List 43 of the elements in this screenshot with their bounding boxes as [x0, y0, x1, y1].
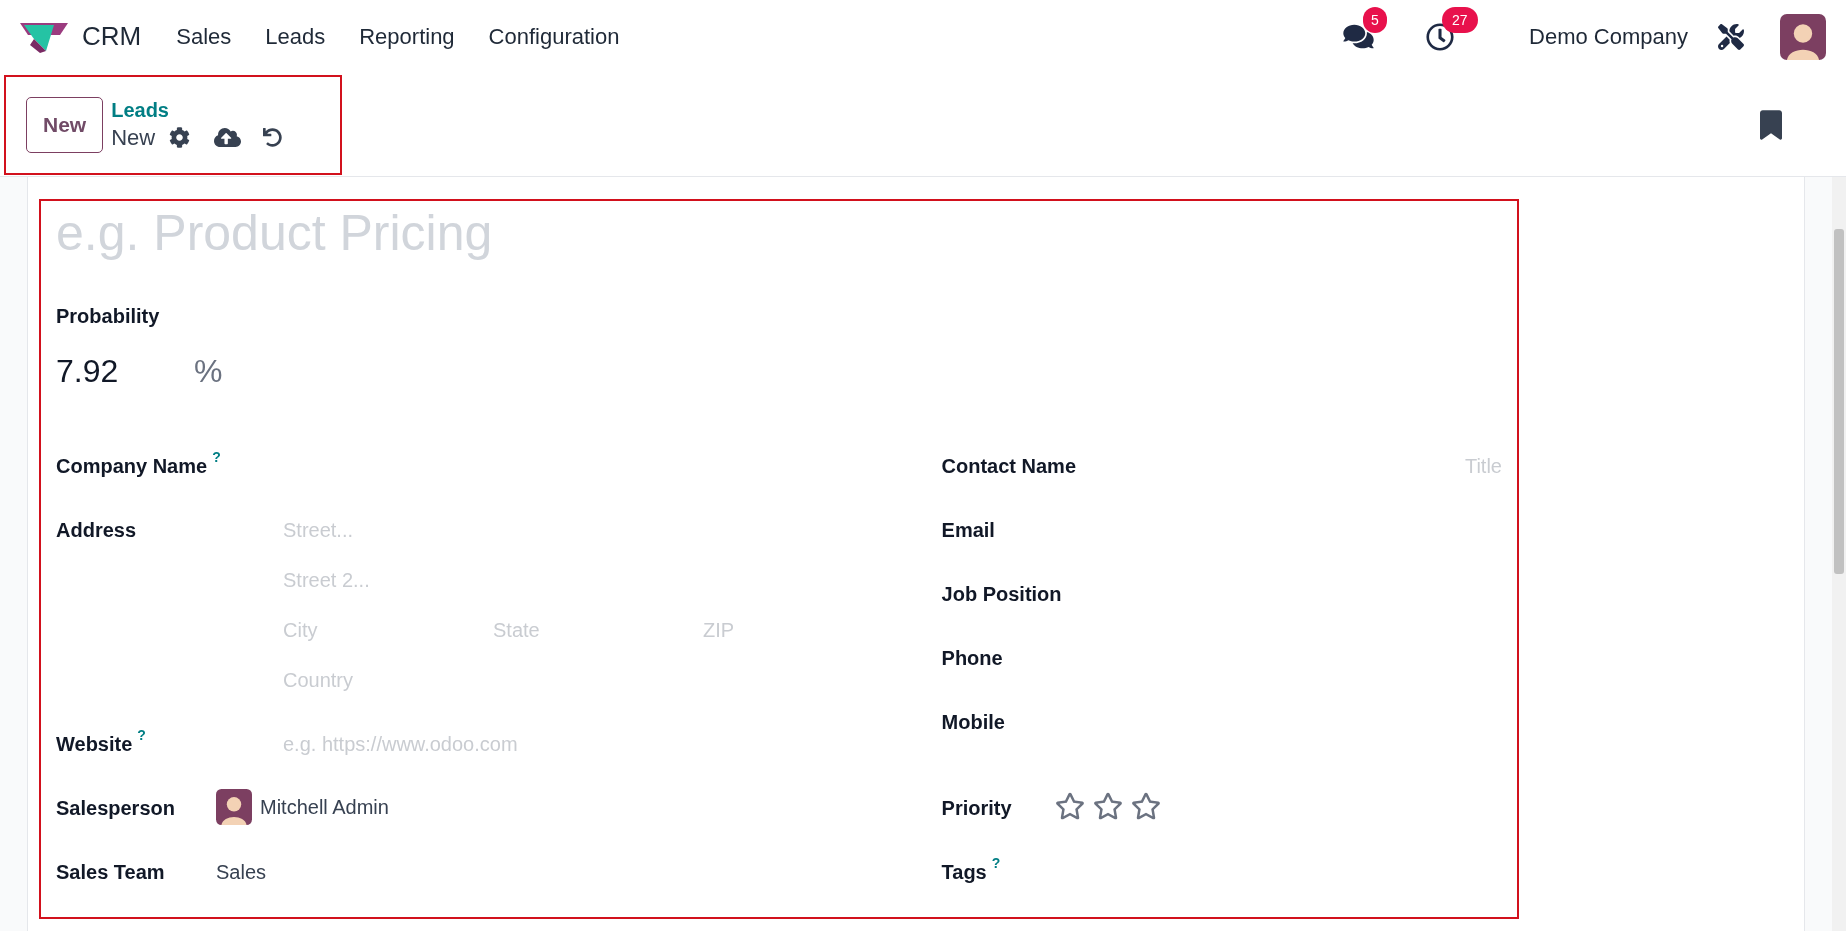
star-icon[interactable] [1130, 791, 1161, 821]
avatar-icon [216, 789, 252, 825]
help-tooltip-mark[interactable]: ? [137, 727, 146, 743]
help-tooltip-mark[interactable]: ? [212, 449, 221, 465]
new-button[interactable]: New [26, 96, 104, 153]
field-label: Mobile [941, 710, 1005, 735]
field-value[interactable]: Sales [216, 857, 267, 887]
scrollbar-thumb[interactable] [1834, 229, 1844, 574]
help-tooltip-mark[interactable]: ? [991, 855, 1001, 871]
avatar-icon [1780, 13, 1826, 60]
field-value[interactable]: Mitchell Admin [260, 792, 389, 822]
app-logo-icon [20, 20, 68, 53]
menu-item[interactable]: Reporting [342, 20, 472, 53]
menu-item[interactable]: Leads [248, 20, 343, 53]
menu-item[interactable]: Configuration [471, 20, 637, 53]
settings-icon[interactable] [169, 127, 191, 148]
probability-value[interactable]: 7.92 [56, 347, 194, 395]
field-label: Job Position [941, 582, 1062, 607]
notification-badge: 27 [1442, 6, 1478, 33]
field-label: Phone [941, 646, 1003, 671]
app-name[interactable]: CRM [82, 17, 142, 56]
field-label: Email [941, 518, 995, 543]
tools-icon[interactable] [1718, 23, 1744, 50]
field-label: Company Name [56, 454, 208, 479]
chat-icon[interactable] [1343, 23, 1375, 50]
star-icon[interactable] [1092, 791, 1123, 821]
field-label: Contact Name [941, 454, 1077, 479]
company-switcher[interactable]: Demo Company [1529, 20, 1688, 53]
field-label: Website [56, 732, 133, 757]
field-label: Priority [941, 796, 1012, 821]
field-label: Address [56, 518, 137, 543]
field-label: Tags [941, 860, 987, 885]
field-label: Sales Team [56, 860, 165, 885]
percent-unit: % [194, 352, 223, 391]
menu-item[interactable]: Sales [159, 20, 249, 53]
field-label: Salesperson [56, 796, 175, 821]
star-icon[interactable] [1054, 791, 1085, 821]
notification-badge: 5 [1363, 7, 1387, 33]
record-title: New [111, 123, 156, 152]
bookmark-icon[interactable] [1760, 109, 1782, 140]
breadcrumb-link[interactable]: Leads [111, 96, 283, 123]
field-label: Probability [56, 304, 161, 329]
undo-icon[interactable] [263, 128, 283, 147]
